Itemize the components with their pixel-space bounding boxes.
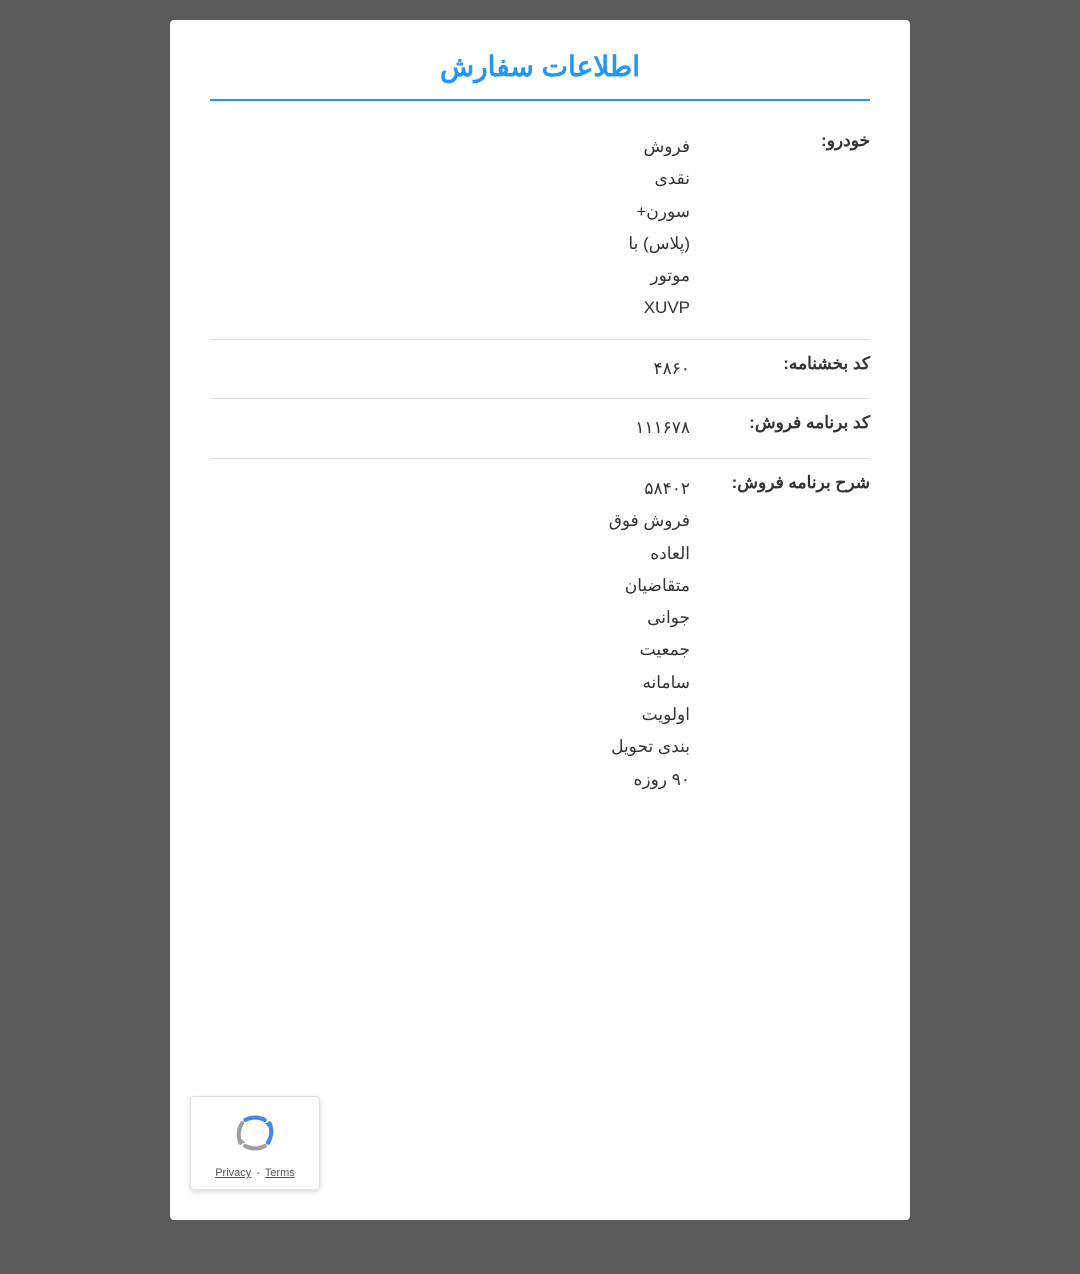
value-bakhshname: ۴۸۶۰: [210, 340, 710, 399]
table-row: کد برنامه فروش: ۱۱۱۶۷۸: [210, 399, 870, 459]
value-vehicle: فروش نقدی سورن+ (پلاس) با موتور XUVP: [210, 117, 710, 339]
table-row: کد بخشنامه: ۴۸۶۰: [210, 340, 870, 400]
label-vehicle: خودرو:: [710, 117, 870, 165]
terms-link[interactable]: Terms: [265, 1167, 295, 1179]
table-row: خودرو: فروش نقدی سورن+ (پلاس) با موتور X…: [210, 117, 870, 340]
label-sale-code: کد برنامه فروش:: [710, 399, 870, 447]
label-sale-desc: شرح برنامه فروش:: [710, 459, 870, 507]
privacy-link[interactable]: Privacy: [215, 1167, 251, 1179]
recaptcha-icon: [229, 1107, 281, 1159]
value-sale-code: ۱۱۱۶۷۸: [210, 399, 710, 458]
page-wrapper: اطلاعات سفارش خودرو: فروش نقدی سورن+ (پل…: [0, 0, 1080, 1274]
label-bakhshname: کد بخشنامه:: [710, 340, 870, 388]
info-card: اطلاعات سفارش خودرو: فروش نقدی سورن+ (پل…: [170, 20, 910, 1220]
value-sale-desc: ۵۸۴۰۲ فروش فوق العاده متقاضیان جوانی جمع…: [210, 459, 710, 810]
info-table: خودرو: فروش نقدی سورن+ (پلاس) با موتور X…: [210, 117, 870, 810]
recaptcha-badge: Privacy - Terms: [190, 1096, 320, 1190]
table-row: شرح برنامه فروش: ۵۸۴۰۲ فروش فوق العاده م…: [210, 459, 870, 810]
recaptcha-text: Privacy - Terms: [215, 1167, 295, 1179]
page-title: اطلاعات سفارش: [210, 50, 870, 101]
separator: -: [256, 1167, 260, 1179]
